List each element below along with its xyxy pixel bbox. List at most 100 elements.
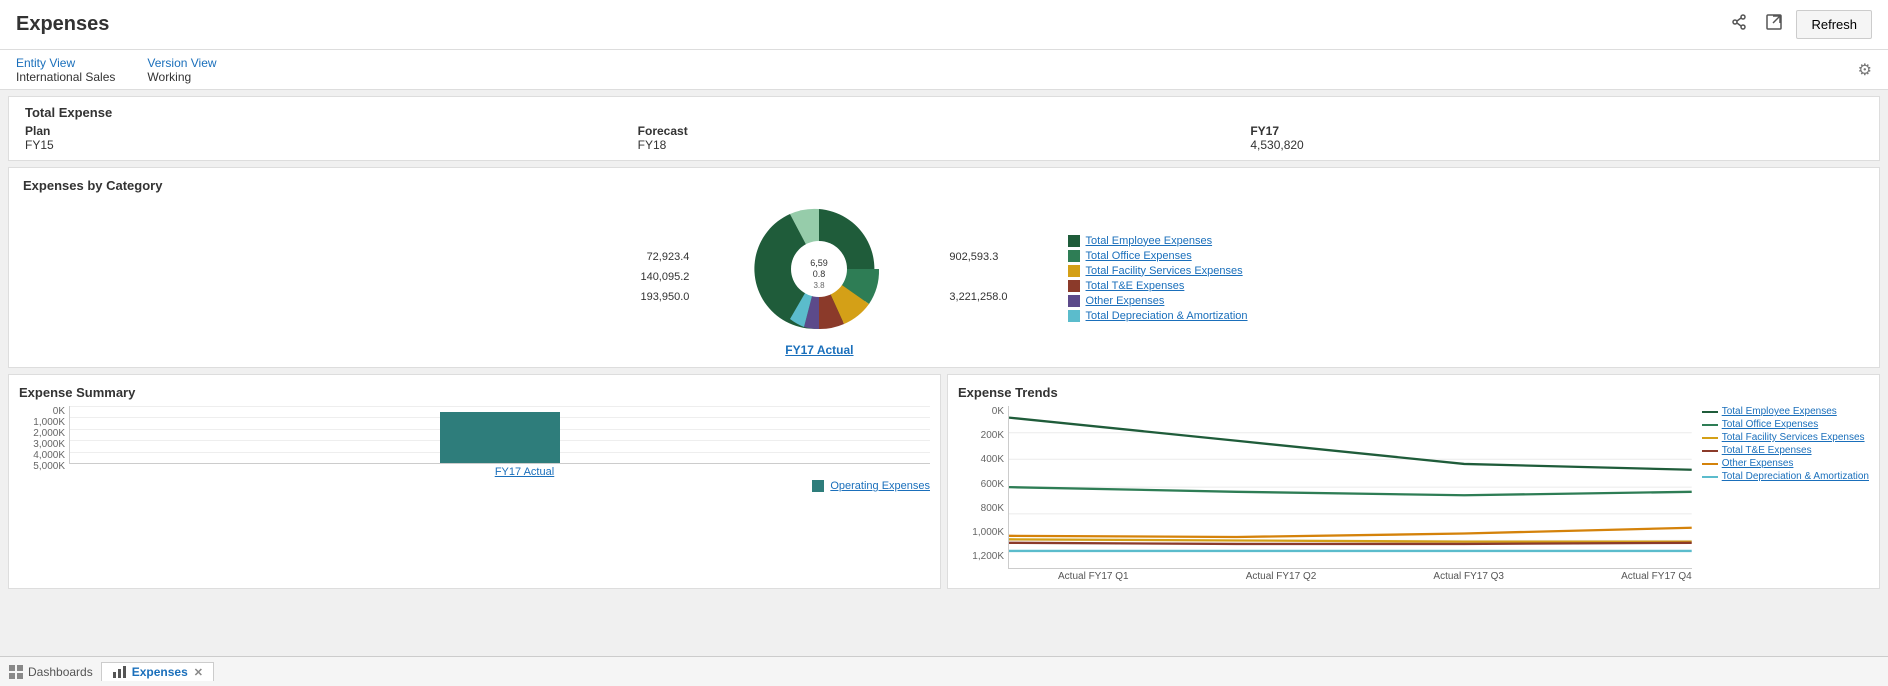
pie-label-r3: 3,221,258.0	[949, 288, 1007, 308]
total-expense-cols: Plan FY15 Forecast FY18 FY17 4,530,820	[25, 124, 1863, 152]
ll-label-tne[interactable]: Total T&E Expenses	[1722, 445, 1812, 456]
legend-item-facility: Total Facility Services Expenses	[1068, 265, 1248, 277]
entity-view-col: Entity View International Sales	[16, 56, 115, 84]
tab-bar: Dashboards Expenses ✕	[0, 656, 1888, 686]
dashboards-icon	[8, 664, 24, 680]
forecast-label: Forecast	[638, 124, 1251, 138]
pie-left-labels: 72,923.4 140,095.2 193,950.0	[640, 248, 689, 307]
bar-legend-label[interactable]: Operating Expenses	[830, 480, 930, 492]
plan-value: FY15	[25, 138, 638, 152]
ll-employee: Total Employee Expenses	[1702, 406, 1869, 417]
tab-dashboards[interactable]: Dashboards	[8, 664, 93, 680]
charts-row: Expense Summary 5,000K 4,000K 3,000K 2,0…	[8, 374, 1880, 589]
pie-section: 72,923.4 140,095.2 193,950.0	[23, 199, 1865, 357]
pie-label-1: 72,923.4	[640, 248, 689, 268]
ll-label-employee[interactable]: Total Employee Expenses	[1722, 406, 1837, 417]
legend-label-other[interactable]: Other Expenses	[1086, 295, 1165, 307]
line-chart-col: Actual FY17 Q1 Actual FY17 Q2 Actual FY1…	[1008, 406, 1692, 582]
expenses-by-category-panel: Expenses by Category 72,923.4 140,095.2 …	[8, 167, 1880, 368]
legend-item-other: Other Expenses	[1068, 295, 1248, 307]
line-chart-inner	[1008, 406, 1692, 569]
tab-expenses[interactable]: Expenses ✕	[101, 662, 214, 681]
line-chart-svg	[1009, 406, 1692, 568]
ly-1000k: 1,000K	[958, 527, 1004, 538]
ll-label-other[interactable]: Other Expenses	[1722, 458, 1794, 469]
legend-label-facility[interactable]: Total Facility Services Expenses	[1086, 265, 1243, 277]
line-legend: Total Employee Expenses Total Office Exp…	[1702, 406, 1869, 582]
ll-tne: Total T&E Expenses	[1702, 445, 1869, 456]
bar-y-axis: 5,000K 4,000K 3,000K 2,000K 1,000K 0K	[19, 406, 69, 492]
version-view-value: Working	[147, 70, 216, 84]
total-expense-bar: Total Expense Plan FY15 Forecast FY18 FY…	[8, 96, 1880, 161]
legend-label-office[interactable]: Total Office Expenses	[1086, 250, 1192, 262]
y-label-3000k: 3,000K	[19, 439, 65, 450]
top-bar: Expenses Refresh	[0, 0, 1888, 50]
ll-other: Other Expenses	[1702, 458, 1869, 469]
legend-color-employee	[1068, 235, 1080, 247]
expense-summary-panel: Expense Summary 5,000K 4,000K 3,000K 2,0…	[8, 374, 941, 589]
ll-label-office[interactable]: Total Office Expenses	[1722, 419, 1819, 430]
bars-container	[70, 406, 930, 463]
legend-item-employee: Total Employee Expenses	[1068, 235, 1248, 247]
tab-chart-icon	[112, 665, 126, 679]
ll-color-other	[1702, 463, 1718, 465]
ll-label-facility[interactable]: Total Facility Services Expenses	[1722, 432, 1865, 443]
y-label-5000k: 5,000K	[19, 461, 65, 472]
dashboards-label: Dashboards	[28, 665, 93, 679]
ll-color-depreciation	[1702, 476, 1718, 478]
main-content: Expenses by Category 72,923.4 140,095.2 …	[8, 167, 1880, 589]
ly-800k: 800K	[958, 503, 1004, 514]
ll-office: Total Office Expenses	[1702, 419, 1869, 430]
bar-chart-wrapper: 5,000K 4,000K 3,000K 2,000K 1,000K 0K	[19, 406, 930, 492]
forecast-col: Forecast FY18	[638, 124, 1251, 152]
settings-gear-icon[interactable]: ⚙	[1858, 60, 1872, 80]
y-label-1000k: 1,000K	[19, 417, 65, 428]
x-q1: Actual FY17 Q1	[1058, 571, 1129, 582]
legend-label-employee[interactable]: Total Employee Expenses	[1086, 235, 1213, 247]
ll-color-employee	[1702, 411, 1718, 413]
view-info: Entity View International Sales Version …	[16, 56, 217, 84]
bar-chart-col: FY17 Actual Operating Expenses	[69, 406, 930, 492]
line-x-labels: Actual FY17 Q1 Actual FY17 Q2 Actual FY1…	[1008, 571, 1692, 582]
entity-view-label[interactable]: Entity View	[16, 56, 115, 70]
svg-text:3.8: 3.8	[814, 281, 826, 290]
bar-fy17actual[interactable]	[440, 412, 560, 463]
ll-label-depreciation[interactable]: Total Depreciation & Amortization	[1722, 471, 1869, 482]
legend-color-tne	[1068, 280, 1080, 292]
page-title: Expenses	[16, 13, 109, 36]
y-label-2000k: 2,000K	[19, 428, 65, 439]
legend-color-facility	[1068, 265, 1080, 277]
line-y-axis: 1,200K 1,000K 800K 600K 400K 200K 0K	[958, 406, 1008, 582]
ly-0k: 0K	[958, 406, 1004, 417]
ll-color-office	[1702, 424, 1718, 426]
ll-depreciation: Total Depreciation & Amortization	[1702, 471, 1869, 482]
legend-label-tne[interactable]: Total T&E Expenses	[1086, 280, 1185, 292]
version-view-label[interactable]: Version View	[147, 56, 216, 70]
svg-text:0.8: 0.8	[813, 269, 826, 279]
share-icon[interactable]	[1724, 8, 1752, 41]
line-chart-wrapper: 1,200K 1,000K 800K 600K 400K 200K 0K	[958, 406, 1869, 582]
bar-x-label[interactable]: FY17 Actual	[495, 466, 554, 478]
top-bar-actions: Refresh	[1724, 8, 1872, 41]
refresh-button[interactable]: Refresh	[1796, 10, 1872, 39]
y-label-0k: 0K	[19, 406, 65, 417]
legend-item-depreciation: Total Depreciation & Amortization	[1068, 310, 1248, 322]
bar-chart-inner	[69, 406, 930, 464]
x-q2: Actual FY17 Q2	[1246, 571, 1317, 582]
legend-color-other	[1068, 295, 1080, 307]
x-q4: Actual FY17 Q4	[1621, 571, 1692, 582]
expenses-by-cat-title: Expenses by Category	[23, 178, 1865, 193]
legend-color-depreciation	[1068, 310, 1080, 322]
pie-label-r2	[949, 268, 1007, 288]
entity-view-value: International Sales	[16, 70, 115, 84]
ll-facility: Total Facility Services Expenses	[1702, 432, 1869, 443]
tab-close-button[interactable]: ✕	[194, 666, 203, 679]
external-link-icon[interactable]	[1760, 8, 1788, 41]
legend-label-depreciation[interactable]: Total Depreciation & Amortization	[1086, 310, 1248, 322]
ly-400k: 400K	[958, 454, 1004, 465]
ly-600k: 600K	[958, 479, 1004, 490]
pie-center-label[interactable]: FY17 Actual	[785, 343, 853, 357]
pie-chart: 6,59 0.8 3.8	[749, 199, 889, 339]
fy-col: FY17 4,530,820	[1250, 124, 1863, 152]
expense-trends-panel: Expense Trends 1,200K 1,000K 800K 600K 4…	[947, 374, 1880, 589]
